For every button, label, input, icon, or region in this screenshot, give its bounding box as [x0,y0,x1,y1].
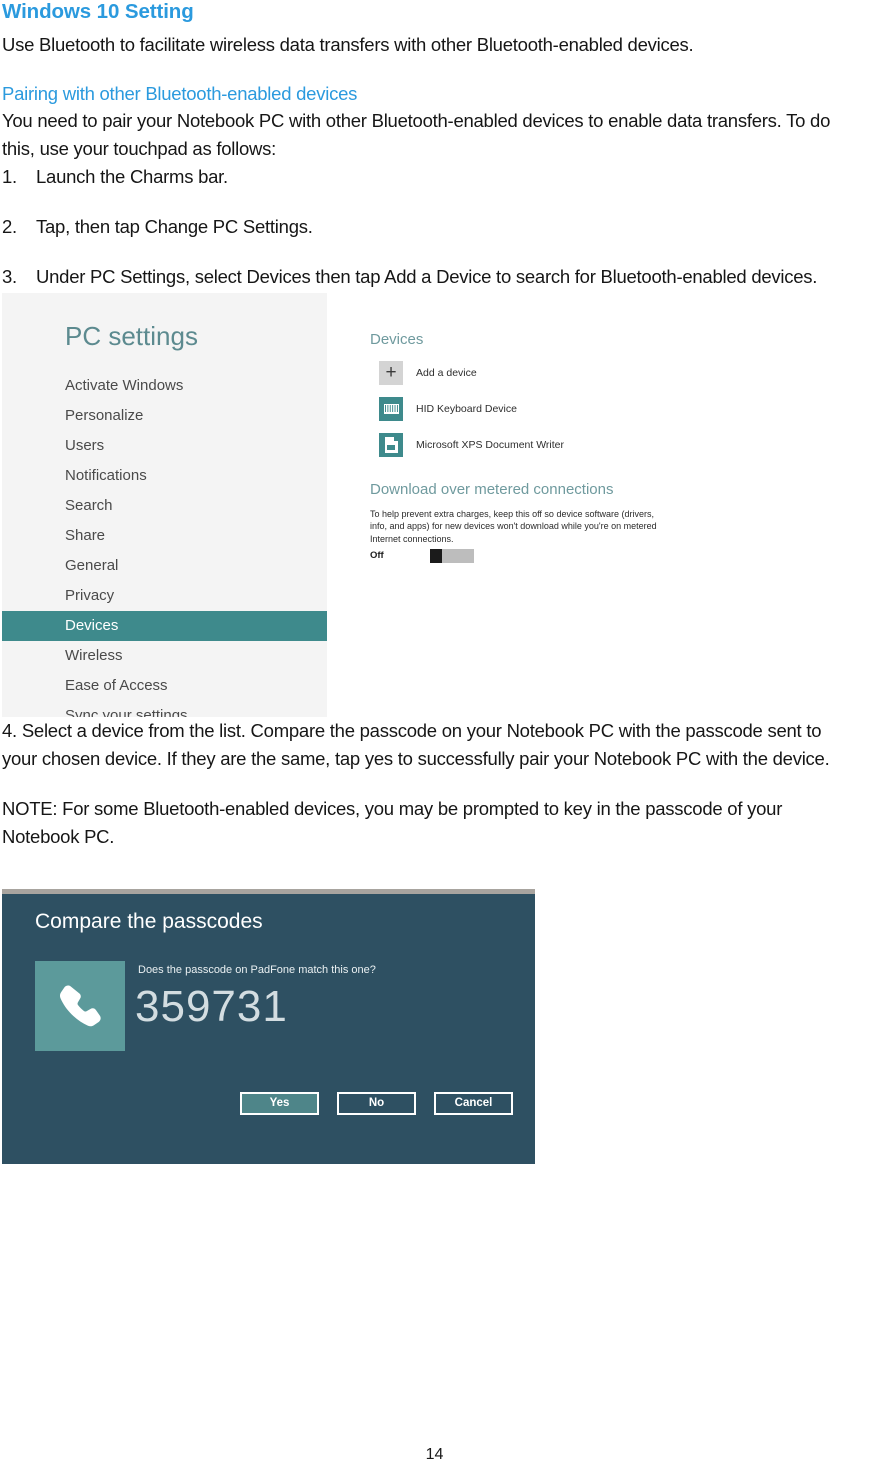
devices-panel-heading: Devices [370,330,424,348]
pc-settings-screenshot: PC settings Activate Windows Personalize… [2,292,671,717]
document-icon [379,432,403,457]
list-item[interactable]: Microsoft XPS Document Writer [379,432,565,457]
dialog-button-row: Yes No Cancel [2,1091,535,1115]
passcode-value: 359731 [135,981,288,1031]
document-page: Windows 10 Setting Use Bluetooth to faci… [0,0,869,1476]
devices-list: + Add a device HID Keyboard Device Micro… [379,360,565,469]
toggle-knob [430,548,442,563]
step-text: Tap, then tap Change PC Settings. [36,215,313,237]
list-item[interactable]: HID Keyboard Device [379,396,564,421]
list-item: 3. Under PC Settings, select Devices the… [2,263,859,291]
device-label: Microsoft XPS Document Writer [416,438,565,451]
document-body: Windows 10 Setting Use Bluetooth to faci… [0,0,869,1164]
metered-toggle[interactable] [430,548,474,563]
pc-settings-content-panel: Devices + Add a device HID Keyboard Devi… [357,293,671,717]
metered-connections-heading: Download over metered connections [370,480,614,498]
metered-toggle-row: Off [370,548,474,563]
sidebar-item-privacy[interactable]: Privacy [2,581,327,611]
step-number: 3. [2,265,17,287]
sidebar-item-ease-of-access[interactable]: Ease of Access [2,671,327,701]
compare-passcodes-dialog-screenshot: Compare the passcodes Does the passcode … [2,888,535,1164]
pc-settings-nav: Activate Windows Personalize Users Notif… [2,371,327,717]
metered-connections-description: To help prevent extra charges, keep this… [370,508,657,544]
sidebar-item-notifications[interactable]: Notifications [2,461,327,491]
page-number: 14 [425,1446,444,1463]
sidebar-item-share[interactable]: Share [2,521,327,551]
list-item[interactable]: + Add a device [379,360,564,385]
note-paragraph: NOTE: For some Bluetooth-enabled devices… [2,797,783,847]
plus-icon: + [379,360,403,385]
step-number: 1. [2,165,17,187]
intro-paragraph: Use Bluetooth to facilitate wireless dat… [2,33,694,55]
sidebar-item-sync-your-settings[interactable]: Sync your settings [2,701,327,717]
dialog-question: Does the passcode on PadFone match this … [138,963,376,976]
sidebar-item-general[interactable]: General [2,551,327,581]
page-title: Windows 10 Setting [2,0,194,23]
section-subheading: Pairing with other Bluetooth-enabled dev… [2,82,358,104]
subheading-paragraph: You need to pair your Notebook PC with o… [2,109,831,159]
pc-settings-sidebar: PC settings Activate Windows Personalize… [2,292,327,717]
keyboard-icon [379,396,403,421]
sidebar-item-users[interactable]: Users [2,431,327,461]
no-button[interactable]: No [337,1091,416,1115]
sidebar-item-devices[interactable]: Devices [2,610,327,641]
list-item: 1. Launch the Charms bar. [2,163,859,191]
step-4-paragraph: 4. Select a device from the list. Compar… [2,719,830,769]
list-item: 2. Tap, then tap Change PC Settings. [2,213,859,241]
device-label: Add a device [416,366,477,379]
step-text: Under PC Settings, select Devices then t… [36,265,818,287]
step-number: 2. [2,215,17,237]
sidebar-item-search[interactable]: Search [2,491,327,521]
sidebar-item-personalize[interactable]: Personalize [2,401,327,431]
pc-settings-title: PC settings [65,320,198,351]
cancel-button[interactable]: Cancel [434,1091,513,1115]
device-label: HID Keyboard Device [416,402,517,415]
metered-toggle-label: Off [370,550,384,561]
step-text: Launch the Charms bar. [36,165,228,187]
yes-button[interactable]: Yes [240,1091,319,1115]
sidebar-item-wireless[interactable]: Wireless [2,641,327,671]
phone-icon [35,960,125,1051]
dialog-title: Compare the passcodes [35,909,263,933]
sidebar-item-activate-windows[interactable]: Activate Windows [2,371,327,401]
